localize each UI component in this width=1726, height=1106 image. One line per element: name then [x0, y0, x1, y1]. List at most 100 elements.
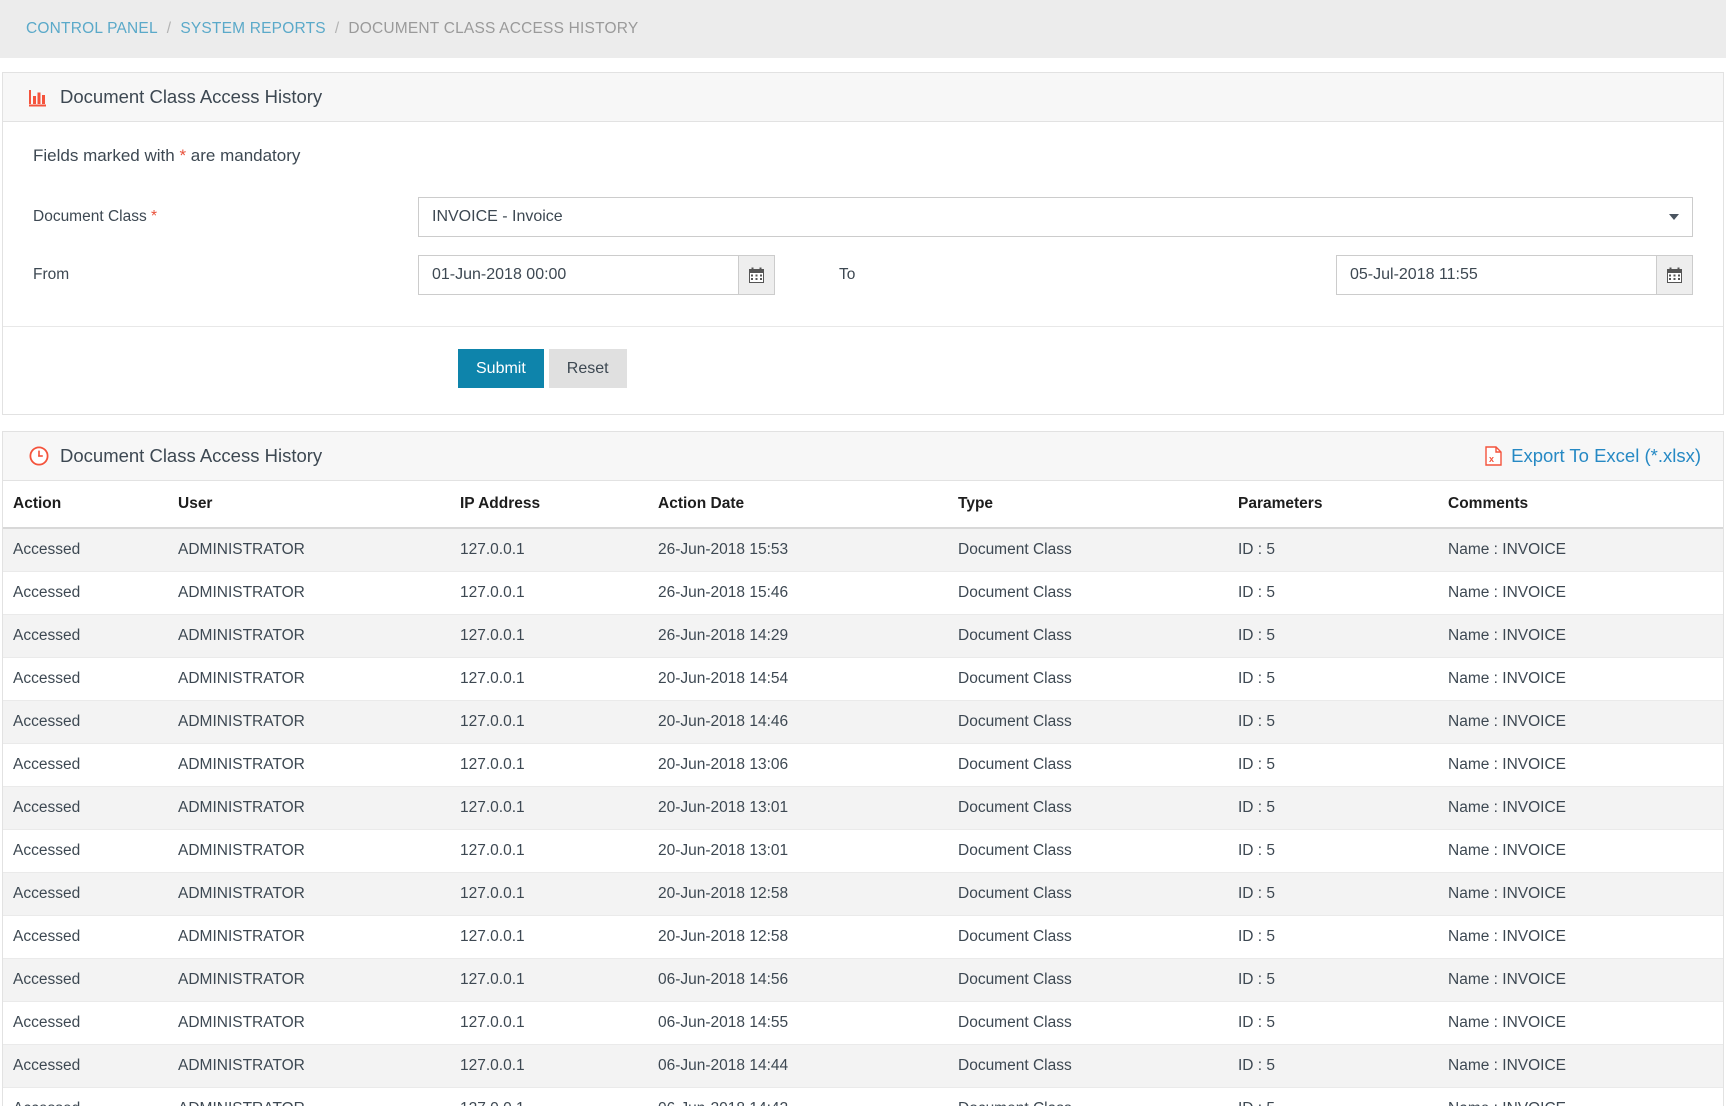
table-cell: 26-Jun-2018 14:29: [658, 614, 958, 658]
table-row[interactable]: AccessedADMINISTRATOR127.0.0.106-Jun-201…: [3, 1044, 1723, 1088]
to-date-input[interactable]: 05-Jul-2018 11:55: [1336, 255, 1656, 295]
table-cell: 127.0.0.1: [460, 958, 658, 1002]
table-cell: Document Class: [958, 1087, 1238, 1106]
results-panel-title: Document Class Access History: [60, 445, 323, 466]
table-cell: Document Class: [958, 786, 1238, 830]
table-cell: 127.0.0.1: [460, 1001, 658, 1045]
table-row[interactable]: Accessed ADMINISTRATOR 127.0.0.1 26-Jun-201…: [3, 528, 1723, 572]
column-header-action[interactable]: Action: [3, 481, 178, 529]
table-cell: Accessed: [3, 1044, 178, 1088]
chevron-down-icon: [1669, 214, 1679, 220]
breadcrumb-separator: /: [166, 20, 172, 37]
table-row[interactable]: Accessed ADMINISTRATOR 127.0.0.1 26-Jun-201…: [3, 614, 1723, 658]
table-cell: Accessed: [3, 829, 178, 873]
table-cell: 20-Jun-2018 13:01: [658, 786, 958, 830]
table-cell: ADMINISTRATOR: [178, 571, 460, 615]
table-cell: ADMINISTRATOR: [178, 1044, 460, 1088]
from-date-input[interactable]: 01-Jun-2018 00:00: [418, 255, 738, 295]
column-header-ip-address[interactable]: IP Address: [460, 481, 658, 529]
to-label: To: [839, 266, 856, 283]
table-cell: ID : 5: [1238, 786, 1448, 830]
table-cell: 127.0.0.1: [460, 915, 658, 959]
results-panel-header: Document Class Access History x Export T…: [3, 432, 1723, 481]
table-cell: ADMINISTRATOR: [178, 872, 460, 916]
breadcrumb-separator: /: [334, 20, 340, 37]
table-cell: Document Class: [958, 1044, 1238, 1088]
reset-button[interactable]: Reset: [548, 349, 627, 388]
document-class-label: Document Class *: [33, 208, 418, 226]
table-row[interactable]: Accessed ADMINISTRATOR 127.0.0.1 20-Jun-201…: [3, 786, 1723, 830]
column-header-comments[interactable]: Comments: [1448, 481, 1723, 529]
document-class-select[interactable]: INVOICE - Invoice: [418, 197, 1693, 237]
calendar-icon: [749, 267, 764, 283]
table-cell: Accessed: [3, 571, 178, 615]
table-cell: Name : INVOICE: [1448, 700, 1723, 744]
document-class-required-marker: *: [151, 208, 158, 225]
breadcrumb: CONTROL PANEL / SYSTEM REPORTS / DOCUMEN…: [0, 0, 1726, 58]
table-cell: 26-Jun-2018 15:53: [658, 528, 958, 572]
breadcrumb-item-system-reports[interactable]: SYSTEM REPORTS: [180, 20, 326, 38]
submit-button[interactable]: Submit: [458, 349, 544, 388]
table-row[interactable]: Accessed ADMINISTRATOR 127.0.0.1 20-Jun-201…: [3, 872, 1723, 916]
table-cell: 06-Jun-2018 14:56: [658, 958, 958, 1002]
to-date-group: 05-Jul-2018 11:55: [1336, 255, 1693, 295]
table-cell: ID : 5: [1238, 528, 1448, 572]
table-cell: ADMINISTRATOR: [178, 1001, 460, 1045]
table-cell: Name : INVOICE: [1448, 1087, 1723, 1106]
from-date-group: 01-Jun-2018 00:00: [418, 255, 775, 295]
table-cell: Document Class: [958, 872, 1238, 916]
table-cell: 127.0.0.1: [460, 614, 658, 658]
column-header-action-date[interactable]: Action Date: [658, 481, 958, 529]
table-cell: Name : INVOICE: [1448, 829, 1723, 873]
table-row[interactable]: Accessed ADMINISTRATOR 127.0.0.1 20-Jun-201…: [3, 743, 1723, 787]
table-cell: Accessed: [3, 1087, 178, 1106]
table-cell: 20-Jun-2018 14:54: [658, 657, 958, 701]
table-body: Accessed ADMINISTRATOR 127.0.0.1 26-Jun-201…: [3, 528, 1723, 1106]
column-header-type[interactable]: Type: [958, 481, 1238, 529]
table-row[interactable]: Accessed ADMINISTRATOR 127.0.0.1 20-Jun-201…: [3, 915, 1723, 959]
table-cell: Name : INVOICE: [1448, 786, 1723, 830]
table-row[interactable]: Accessed ADMINISTRATOR 127.0.0.1 20-Jun-201…: [3, 829, 1723, 873]
access-history-table: Action User IP Address Action Date Type …: [3, 481, 1723, 1106]
calendar-icon: [1667, 267, 1682, 283]
table-row[interactable]: Accessed ADMINISTRATOR 127.0.0.1 26-Jun-201…: [3, 571, 1723, 615]
table-cell: Name : INVOICE: [1448, 1044, 1723, 1088]
table-cell: Name : INVOICE: [1448, 1001, 1723, 1045]
table-header-row: Action User IP Address Action Date Type …: [3, 481, 1723, 529]
bar-chart-icon: [29, 88, 49, 107]
table-cell: ID : 5: [1238, 829, 1448, 873]
table-cell: Name : INVOICE: [1448, 743, 1723, 787]
table-cell: ID : 5: [1238, 571, 1448, 615]
table-row[interactable]: AccessedADMINISTRATOR127.0.0.106-Jun-201…: [3, 1087, 1723, 1106]
table-cell: Document Class: [958, 528, 1238, 572]
table-row[interactable]: Accessed ADMINISTRATOR 127.0.0.1 20-Jun-201…: [3, 657, 1723, 701]
table-cell: ID : 5: [1238, 743, 1448, 787]
table-cell: 127.0.0.1: [460, 1044, 658, 1088]
filter-panel-title: Document Class Access History: [60, 86, 323, 107]
table-cell: ID : 5: [1238, 657, 1448, 701]
table-cell: Accessed: [3, 657, 178, 701]
table-cell: Document Class: [958, 743, 1238, 787]
table-row[interactable]: AccessedADMINISTRATOR127.0.0.106-Jun-201…: [3, 958, 1723, 1002]
mandatory-note-suffix: are mandatory: [186, 146, 301, 165]
page-root: CONTROL PANEL / SYSTEM REPORTS / DOCUMEN…: [0, 0, 1726, 1106]
to-calendar-button[interactable]: [1656, 255, 1693, 295]
form-actions: Submit Reset: [3, 327, 1723, 414]
table-cell: ADMINISTRATOR: [178, 958, 460, 1002]
table-cell: 20-Jun-2018 14:46: [658, 700, 958, 744]
table-cell: Name : INVOICE: [1448, 657, 1723, 701]
table-cell: 127.0.0.1: [460, 528, 658, 572]
table-cell: Name : INVOICE: [1448, 915, 1723, 959]
export-to-excel-link[interactable]: x Export To Excel (*.xlsx): [1485, 445, 1701, 467]
table-row[interactable]: Accessed ADMINISTRATOR 127.0.0.1 20-Jun-201…: [3, 700, 1723, 744]
table-row[interactable]: AccessedADMINISTRATOR127.0.0.106-Jun-201…: [3, 1001, 1723, 1045]
column-header-parameters[interactable]: Parameters: [1238, 481, 1448, 529]
breadcrumb-item-control-panel[interactable]: CONTROL PANEL: [26, 20, 158, 38]
table-cell: Document Class: [958, 571, 1238, 615]
table-cell: ID : 5: [1238, 915, 1448, 959]
table-cell: Name : INVOICE: [1448, 571, 1723, 615]
table-cell: 127.0.0.1: [460, 786, 658, 830]
breadcrumb-item-current: DOCUMENT CLASS ACCESS HISTORY: [348, 20, 639, 37]
column-header-user[interactable]: User: [178, 481, 460, 529]
from-calendar-button[interactable]: [738, 255, 775, 295]
